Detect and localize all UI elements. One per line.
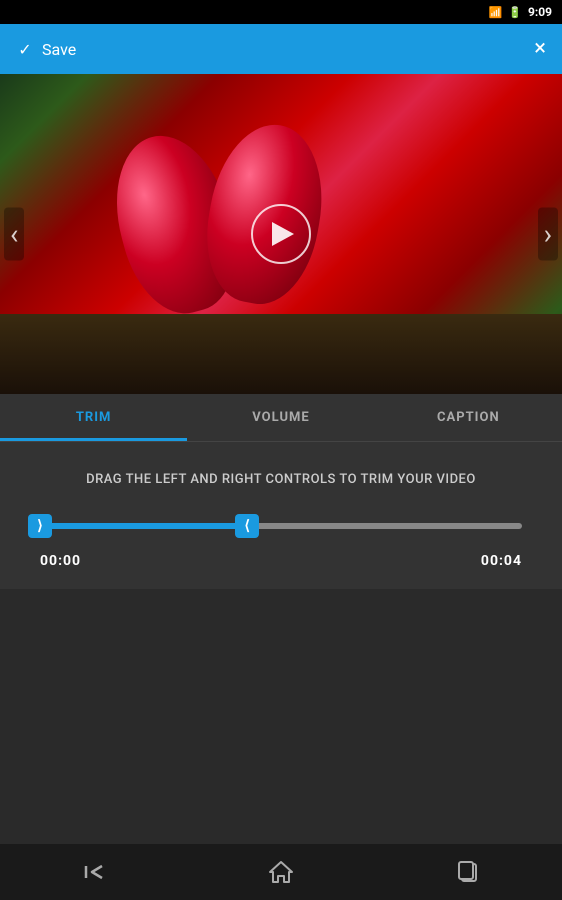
play-icon	[272, 222, 294, 246]
video-preview: ‹ ›	[0, 74, 562, 394]
prev-button[interactable]: ‹	[4, 208, 24, 261]
tab-bar: TRIM VOLUME CAPTION	[0, 394, 562, 442]
trim-handle-right[interactable]: ⟨	[235, 514, 259, 538]
close-button[interactable]: ×	[534, 38, 546, 60]
home-nav-button[interactable]	[251, 852, 311, 892]
start-time: 00:00	[40, 553, 81, 569]
ground-layer	[0, 314, 562, 394]
back-icon	[82, 860, 106, 884]
tab-volume[interactable]: VOLUME	[187, 394, 374, 441]
home-icon	[268, 860, 294, 884]
status-bar: 📶 🔋 9:09	[0, 0, 562, 24]
bottom-nav-bar	[0, 844, 562, 900]
tab-caption[interactable]: CAPTION	[375, 394, 562, 441]
recents-nav-button[interactable]	[438, 852, 498, 892]
check-icon: ✓	[16, 40, 34, 58]
slider-filled	[40, 523, 247, 529]
trim-instruction: DRAG THE LEFT AND RIGHT CONTROLS TO TRIM…	[40, 472, 522, 487]
app-bar: ✓ Save ×	[0, 24, 562, 74]
play-button[interactable]	[251, 204, 311, 264]
end-time: 00:04	[481, 553, 522, 569]
video-background	[0, 74, 562, 394]
tab-trim[interactable]: TRIM	[0, 394, 187, 441]
save-button[interactable]: ✓ Save	[16, 40, 76, 59]
time-labels: 00:00 00:04	[40, 553, 522, 569]
save-label: Save	[42, 40, 76, 59]
wifi-icon: 📶	[489, 6, 503, 19]
next-button[interactable]: ›	[538, 208, 558, 261]
recents-icon	[457, 860, 479, 884]
trim-handle-left[interactable]: ⟩	[28, 514, 52, 538]
trim-slider[interactable]: ⟩ ⟨	[40, 511, 522, 541]
back-nav-button[interactable]	[64, 852, 124, 892]
status-time: 9:09	[528, 5, 552, 19]
battery-icon: 🔋	[508, 6, 522, 19]
trim-panel: DRAG THE LEFT AND RIGHT CONTROLS TO TRIM…	[0, 442, 562, 589]
